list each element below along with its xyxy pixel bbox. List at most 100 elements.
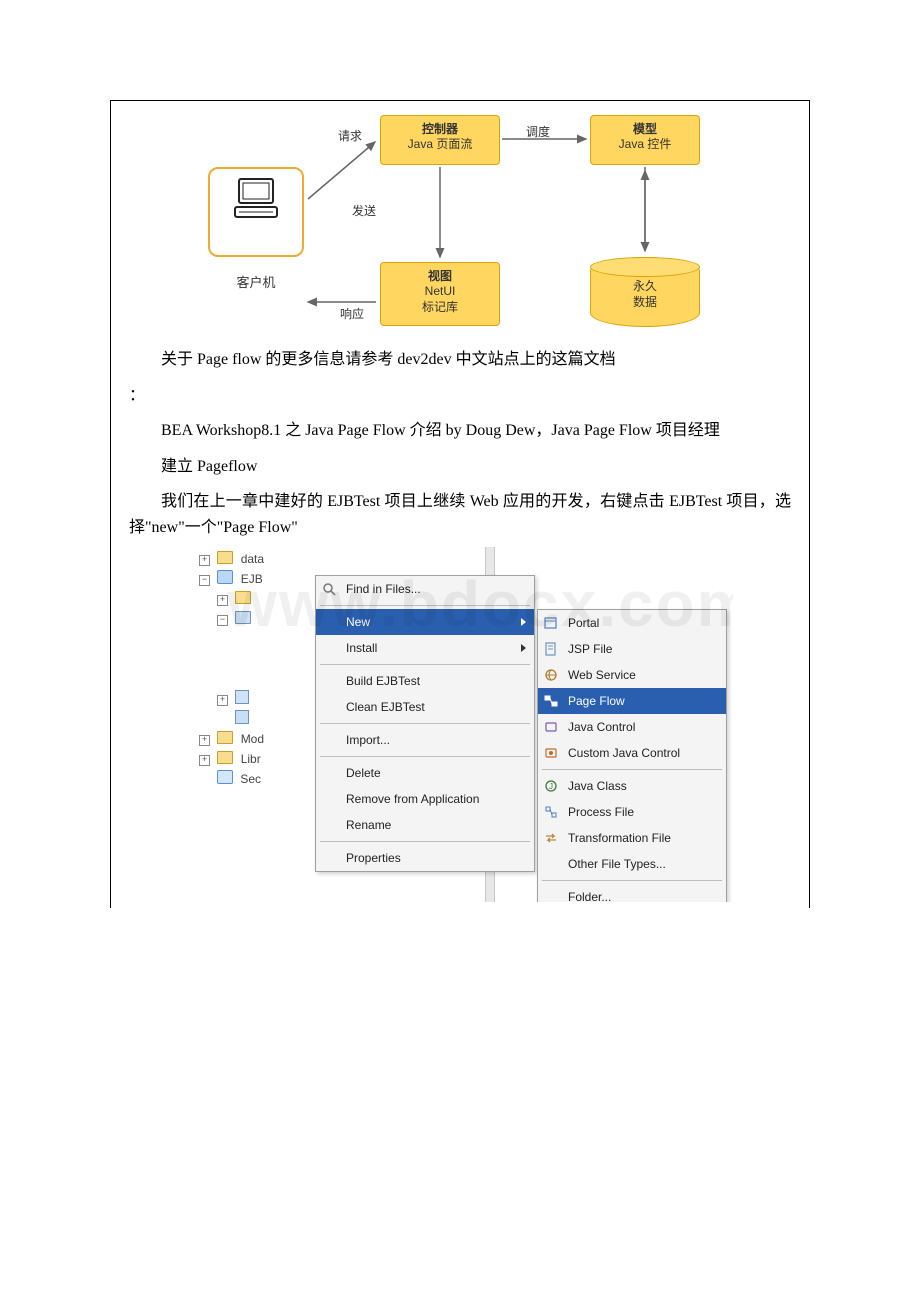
- menu-label: Clean EJBTest: [346, 700, 425, 714]
- tree-node-mod[interactable]: + Mod: [199, 729, 319, 749]
- menu-label: Rename: [346, 818, 391, 832]
- custom-control-icon: [544, 746, 558, 760]
- submenu-transformation-file[interactable]: Transformation File: [538, 825, 726, 851]
- menu-label: Page Flow: [568, 694, 625, 708]
- label-response: 响应: [340, 305, 364, 322]
- model-box: 模型 Java 控件: [590, 115, 700, 165]
- menu-label: Install: [346, 641, 377, 655]
- controller-sub: Java 页面流: [387, 137, 493, 153]
- menu-label: Java Class: [568, 779, 627, 793]
- tree-node-ejb[interactable]: − EJB: [199, 569, 319, 589]
- folder-icon: [217, 751, 233, 764]
- menu-separator: [542, 880, 722, 881]
- controller-box: 控制器 Java 页面流: [380, 115, 500, 165]
- submenu-arrow-icon: [521, 644, 526, 652]
- submenu-folder[interactable]: Folder...: [538, 884, 726, 902]
- menu-clean[interactable]: Clean EJBTest: [316, 694, 534, 720]
- tree-label: Mod: [241, 732, 264, 746]
- menu-find-in-files[interactable]: Find in Files...: [316, 576, 534, 602]
- submenu-other-file-types[interactable]: Other File Types...: [538, 851, 726, 877]
- tree-node-child2[interactable]: −: [199, 609, 319, 629]
- tree-node-child1[interactable]: +: [199, 589, 319, 609]
- transformation-icon: [544, 831, 558, 845]
- computer-icon: [231, 177, 281, 221]
- db-line2: 数据: [633, 295, 657, 309]
- menu-label: New: [346, 615, 370, 629]
- submenu-java-control[interactable]: Java Control: [538, 714, 726, 740]
- tree-node-misc2[interactable]: [199, 709, 319, 729]
- tree-label: EJB: [241, 572, 263, 586]
- jsp-icon: [544, 642, 558, 656]
- view-box: 视图 NetUI 标记库: [380, 262, 500, 326]
- menu-label: Portal: [568, 616, 599, 630]
- divider-bottom: [485, 867, 495, 902]
- new-submenu: Portal JSP File Web Service Page Flow Ja…: [537, 609, 727, 902]
- document-frame: 请求 调度 发送 响应 控制器 Java 页面流 模型 Java 控件 视图 N…: [110, 100, 810, 908]
- expander-icon[interactable]: −: [217, 615, 228, 626]
- folder-open-icon: [235, 611, 251, 624]
- mvc-diagram: 请求 调度 发送 响应 控制器 Java 页面流 模型 Java 控件 视图 N…: [190, 107, 730, 337]
- context-menu: Find in Files... New Install Build EJBTe…: [315, 575, 535, 872]
- expander-icon[interactable]: +: [199, 555, 210, 566]
- db-line1: 永久: [633, 279, 657, 293]
- model-title: 模型: [633, 122, 657, 136]
- paragraph-2: BEA Workshop8.1 之 Java Page Flow 介绍 by D…: [129, 418, 791, 444]
- folder-icon: [217, 551, 233, 564]
- paragraph-3: 建立 Pageflow: [129, 454, 791, 480]
- tree-node-sec[interactable]: Sec: [199, 769, 319, 789]
- view-sub1: NetUI: [387, 284, 493, 300]
- client-box: [208, 167, 304, 257]
- menu-label: Properties: [346, 851, 401, 865]
- process-icon: [544, 805, 558, 819]
- submenu-custom-java-control[interactable]: Custom Java Control: [538, 740, 726, 766]
- menu-label: Delete: [346, 766, 381, 780]
- menu-label: Folder...: [568, 890, 611, 902]
- menu-separator: [320, 605, 530, 606]
- paragraph-4: 我们在上一章中建好的 EJBTest 项目上继续 Web 应用的开发，右键点击 …: [129, 489, 791, 540]
- expander-icon[interactable]: +: [199, 755, 210, 766]
- view-title: 视图: [428, 269, 452, 283]
- menu-label: Transformation File: [568, 831, 671, 845]
- tree-label: Libr: [241, 752, 261, 766]
- menu-separator: [542, 769, 722, 770]
- project-tree: + data − EJB + −: [199, 549, 319, 789]
- expander-icon[interactable]: +: [217, 695, 228, 706]
- expander-icon[interactable]: +: [217, 595, 228, 606]
- menu-label: JSP File: [568, 642, 612, 656]
- web-service-icon: [544, 668, 558, 682]
- controller-title: 控制器: [422, 122, 458, 136]
- menu-import[interactable]: Import...: [316, 727, 534, 753]
- submenu-jsp[interactable]: JSP File: [538, 636, 726, 662]
- submenu-portal[interactable]: Portal: [538, 610, 726, 636]
- submenu-web-service[interactable]: Web Service: [538, 662, 726, 688]
- svg-text:J: J: [549, 782, 553, 791]
- expander-icon[interactable]: +: [199, 735, 210, 746]
- menu-separator: [320, 723, 530, 724]
- java-control-icon: [544, 720, 558, 734]
- misc-icon: [235, 710, 249, 724]
- tree-node-misc1[interactable]: +: [199, 689, 319, 709]
- menu-label: Import...: [346, 733, 390, 747]
- view-sub2: 标记库: [387, 300, 493, 316]
- menu-rename[interactable]: Rename: [316, 812, 534, 838]
- folder-icon: [235, 591, 251, 604]
- page-flow-icon: [544, 694, 558, 708]
- menu-properties[interactable]: Properties: [316, 845, 534, 871]
- client-label: 客户机: [208, 272, 304, 291]
- java-class-icon: J: [544, 779, 558, 793]
- database-box: 永久 数据: [590, 257, 700, 327]
- menu-label: Process File: [568, 805, 634, 819]
- menu-new[interactable]: New: [316, 609, 534, 635]
- submenu-process-file[interactable]: Process File: [538, 799, 726, 825]
- tree-node-libr[interactable]: + Libr: [199, 749, 319, 769]
- expander-icon[interactable]: −: [199, 575, 210, 586]
- menu-install[interactable]: Install: [316, 635, 534, 661]
- menu-build[interactable]: Build EJBTest: [316, 668, 534, 694]
- menu-remove[interactable]: Remove from Application: [316, 786, 534, 812]
- submenu-page-flow[interactable]: Page Flow: [538, 688, 726, 714]
- tree-node-data[interactable]: + data: [199, 549, 319, 569]
- menu-delete[interactable]: Delete: [316, 760, 534, 786]
- paragraph-1: 关于 Page flow 的更多信息请参考 dev2dev 中文站点上的这篇文档: [129, 347, 791, 373]
- portal-icon: [544, 616, 558, 630]
- submenu-java-class[interactable]: J Java Class: [538, 773, 726, 799]
